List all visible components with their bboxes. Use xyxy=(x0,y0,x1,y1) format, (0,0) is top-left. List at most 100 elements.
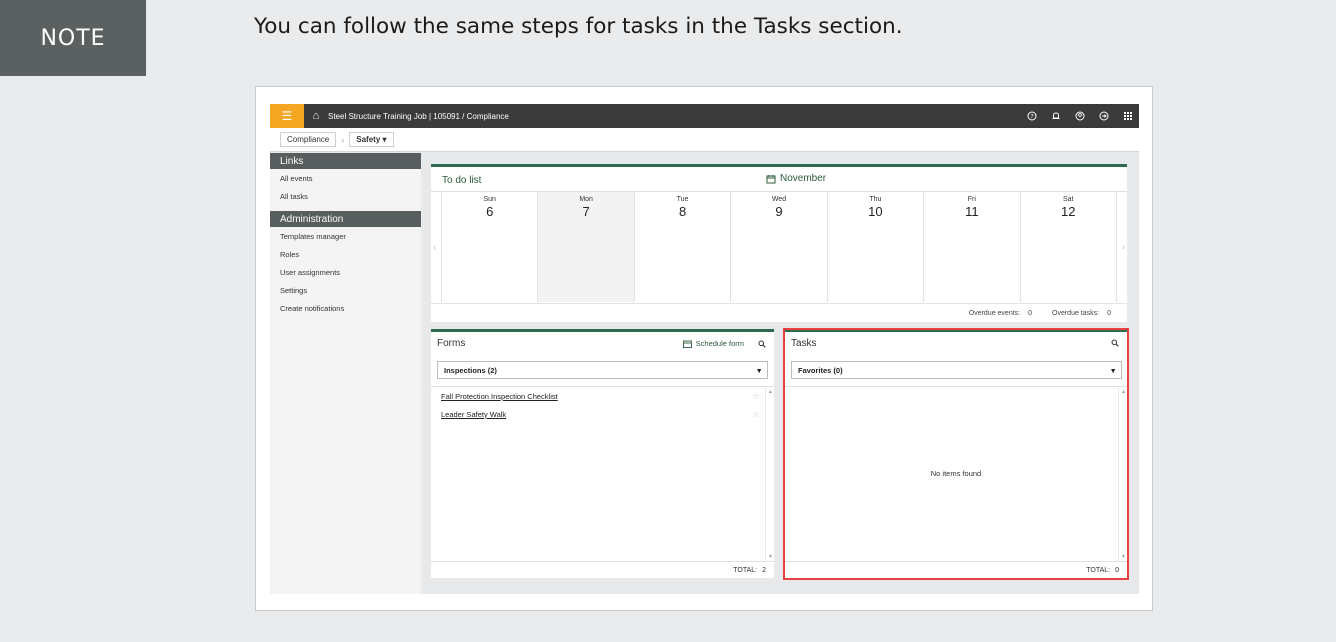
day-number: 10 xyxy=(868,204,883,219)
tasks-list: No items found ▲ ▼ xyxy=(785,386,1127,562)
tasks-actions xyxy=(1111,339,1119,347)
project-title[interactable]: Steel Structure Training Job | 105091 / … xyxy=(328,112,509,121)
tasks-filter-select[interactable]: Favorites (0) ▾ xyxy=(791,361,1122,379)
note-text: You can follow the same steps for tasks … xyxy=(254,14,903,39)
help-icon[interactable]: ? xyxy=(1027,111,1037,121)
sidebar-item-all-events[interactable]: All events xyxy=(270,169,421,187)
day-name: Sat xyxy=(1062,196,1074,203)
day-number: 8 xyxy=(678,204,687,219)
day-name: Tue xyxy=(676,196,689,203)
breadcrumb-safety-dropdown[interactable]: Safety ▾ xyxy=(349,132,394,147)
day-column[interactable]: Fri 11 xyxy=(924,192,1021,302)
todo-list-card: To do list November ‹ › Sun 6 Mon 7 Tue 8 W… xyxy=(431,164,1127,322)
forms-list: Fall Protection Inspection Checklist ☆ L… xyxy=(431,386,774,562)
day-column[interactable]: Thu 10 xyxy=(828,192,925,302)
overdue-tasks-label: Overdue tasks: xyxy=(1052,309,1100,317)
screenshot-frame: ☰ ⌂ Steel Structure Training Job | 10509… xyxy=(255,86,1153,611)
list-item: Leader Safety Walk ☆ xyxy=(431,405,774,423)
calendar-icon xyxy=(682,340,692,348)
sidebar-links-header: Links xyxy=(270,153,421,169)
overdue-tasks: Overdue tasks: 0 xyxy=(1052,310,1111,317)
schedule-form-button[interactable]: Schedule form xyxy=(682,339,744,348)
day-column[interactable]: Wed 9 xyxy=(731,192,828,302)
day-name: Mon xyxy=(579,196,593,203)
day-number: 11 xyxy=(965,204,979,219)
empty-message: No items found xyxy=(930,469,982,478)
tasks-footer: TOTAL: 0 xyxy=(785,561,1127,578)
chevron-right-icon: › xyxy=(341,134,345,145)
tasks-total-value: 0 xyxy=(1115,566,1119,574)
forms-category-select[interactable]: Inspections (2) ▾ xyxy=(437,361,768,379)
main-content: To do list November ‹ › Sun 6 Mon 7 Tue 8 W… xyxy=(421,153,1139,594)
chevron-right-icon[interactable]: › xyxy=(1122,242,1125,252)
search-icon[interactable] xyxy=(1111,339,1119,347)
overdue-events-count: 0 xyxy=(1028,309,1033,317)
caret-down-icon: ▾ xyxy=(382,135,387,144)
apps-grid-icon[interactable] xyxy=(1123,111,1133,121)
sidebar-item-roles[interactable]: Roles xyxy=(270,245,421,263)
caret-down-icon: ▾ xyxy=(1111,365,1115,375)
sidebar-item-create-notifications[interactable]: Create notifications xyxy=(270,299,421,317)
scroll-down-icon[interactable]: ▼ xyxy=(1121,554,1126,560)
top-bar: ☰ ⌂ Steel Structure Training Job | 10509… xyxy=(270,104,1139,128)
overdue-events: Overdue events: 0 xyxy=(969,310,1032,317)
sidebar-admin-header: Administration xyxy=(270,211,421,227)
chevron-left-icon[interactable]: ‹ xyxy=(433,242,436,252)
sidebar-item-all-tasks[interactable]: All tasks xyxy=(270,187,421,205)
menu-icon[interactable]: ☰ xyxy=(270,104,304,128)
forms-title: Forms xyxy=(437,338,466,349)
star-icon[interactable]: ☆ xyxy=(752,409,760,420)
todo-list-title: To do list xyxy=(442,175,482,186)
sidebar-item-templates-manager[interactable]: Templates manager xyxy=(270,227,421,245)
note-badge: NOTE xyxy=(0,0,146,76)
day-number: 12 xyxy=(1061,204,1076,219)
home-icon[interactable]: ⌂ xyxy=(304,104,328,128)
star-icon[interactable]: ☆ xyxy=(752,391,760,402)
top-icons: ? xyxy=(1027,104,1133,128)
schedule-form-label: Schedule form xyxy=(695,339,744,348)
calendar-icon xyxy=(766,174,776,183)
form-link[interactable]: Fall Protection Inspection Checklist xyxy=(441,392,558,401)
svg-text:?: ? xyxy=(1030,113,1033,120)
sidebar-item-user-assignments[interactable]: User assignments xyxy=(270,263,421,281)
scrollbar[interactable]: ▲ ▼ xyxy=(1118,387,1127,562)
tasks-card: Tasks Favorites (0) ▾ No items found ▲ ▼ xyxy=(785,329,1127,578)
forms-total-label: TOTAL: xyxy=(733,566,758,574)
day-column[interactable]: Sat 12 xyxy=(1021,192,1117,302)
day-column[interactable]: Tue 8 xyxy=(635,192,732,302)
day-number: 6 xyxy=(486,204,494,219)
caret-down-icon: ▾ xyxy=(757,365,761,375)
day-number: 7 xyxy=(582,204,590,219)
forms-total-value: 2 xyxy=(762,566,766,574)
forms-category-value: Inspections (2) xyxy=(444,365,497,375)
day-name: Fri xyxy=(967,196,976,203)
scroll-up-icon[interactable]: ▲ xyxy=(1121,389,1126,395)
scroll-down-icon[interactable]: ▼ xyxy=(768,554,773,560)
sidebar-item-settings[interactable]: Settings xyxy=(270,281,421,299)
forms-actions: Schedule form xyxy=(682,339,766,348)
tasks-total-label: TOTAL: xyxy=(1086,566,1111,574)
sidebar: Links All events All tasks Administratio… xyxy=(270,153,421,594)
todo-footer: Overdue events: 0 Overdue tasks: 0 xyxy=(431,303,1127,322)
day-column[interactable]: Sun 6 xyxy=(441,192,539,302)
breadcrumb: Compliance › Safety ▾ xyxy=(270,128,1139,152)
search-icon[interactable] xyxy=(758,340,766,348)
tasks-filter-value: Favorites (0) xyxy=(798,365,843,375)
month-picker[interactable]: November xyxy=(766,173,826,184)
overdue-tasks-count: 0 xyxy=(1107,309,1111,317)
overdue-events-label: Overdue events: xyxy=(968,309,1021,317)
breadcrumb-compliance[interactable]: Compliance xyxy=(280,132,337,147)
breadcrumb-safety-label: Safety xyxy=(356,135,381,144)
logout-icon[interactable] xyxy=(1099,111,1109,121)
bell-icon[interactable] xyxy=(1051,111,1061,121)
forms-footer: TOTAL: 2 xyxy=(431,561,774,578)
week-days: Sun 6 Mon 7 Tue 8 Wed 9 Thu 10 Fri 11 Sat 12 xyxy=(441,192,1117,302)
tasks-title: Tasks xyxy=(791,338,817,349)
app-window: ☰ ⌂ Steel Structure Training Job | 10509… xyxy=(270,104,1139,594)
form-link[interactable]: Leader Safety Walk xyxy=(441,410,506,419)
scrollbar[interactable]: ▲ ▼ xyxy=(765,387,774,562)
day-column-today[interactable]: Mon 7 xyxy=(538,192,635,302)
scroll-up-icon[interactable]: ▲ xyxy=(768,389,773,395)
user-icon[interactable] xyxy=(1075,111,1085,121)
forms-card: Forms Schedule form Inspections (2) ▾ Fa… xyxy=(431,329,774,578)
